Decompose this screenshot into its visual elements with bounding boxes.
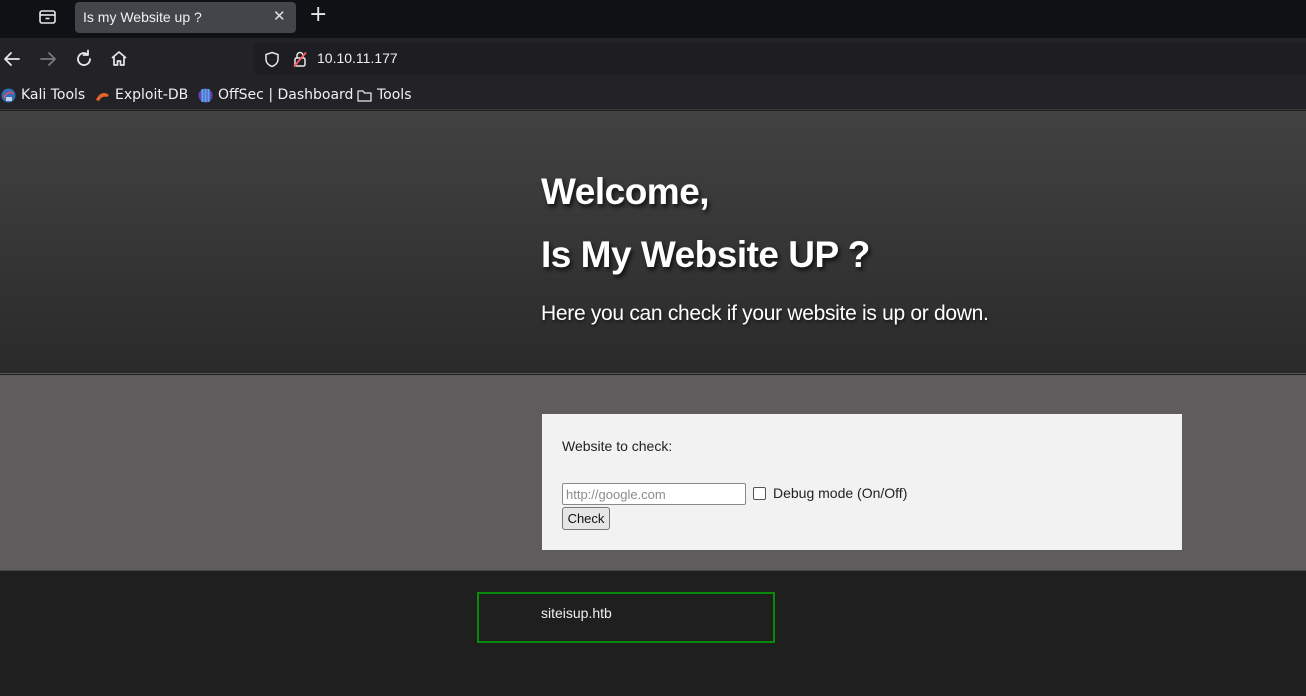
browser-tab[interactable]: Is my Website up ? ✕ [75,2,296,33]
check-form: Website to check: Debug mode (On/Off) Ch… [542,414,1182,550]
tab-title: Is my Website up ? [83,9,202,25]
highlight-box [477,592,775,643]
bookmark-label: Kali Tools [21,87,86,103]
page-title: Is My Website UP ? [541,234,870,275]
reload-icon[interactable] [72,47,96,71]
form-section: Website to check: Debug mode (On/Off) Ch… [0,375,1306,571]
hero-section: Welcome, Is My Website UP ? Here you can… [0,111,1306,374]
bookmark-label: Exploit-DB [115,87,189,103]
footer: siteisup.htb [0,572,1306,696]
website-label: Website to check: [562,438,673,454]
website-url-input[interactable] [562,483,746,505]
exploitdb-icon [95,88,110,103]
back-arrow-icon[interactable] [0,47,24,71]
bookmark-kali-tools[interactable]: Kali Tools [1,86,85,104]
bookmark-label: OffSec | Dashboard [218,87,354,103]
bookmark-exploit-db[interactable]: Exploit-DB [95,86,188,104]
forward-arrow-icon[interactable] [36,47,60,71]
bookmarks-toolbar: Kali Tools Exploit-DB OffSec | Dashboard… [0,80,1306,110]
kali-icon [1,88,16,103]
url-text[interactable]: 10.10.11.177 [317,50,398,66]
home-icon[interactable] [107,47,131,71]
insecure-lock-icon[interactable] [292,50,308,72]
shield-icon[interactable] [264,51,280,72]
footer-domain: siteisup.htb [541,605,612,621]
navigation-toolbar: 10.10.11.177 [0,38,1306,80]
bookmark-offsec-dashboard[interactable]: OffSec | Dashboard [198,86,353,104]
debug-mode-checkbox[interactable] [753,487,766,500]
tab-overview-icon[interactable] [38,8,58,26]
tab-strip: Is my Website up ? ✕ + [0,0,1306,38]
offsec-icon [198,88,213,103]
address-bar[interactable]: 10.10.11.177 [254,43,1306,75]
debug-mode-label[interactable]: Debug mode (On/Off) [773,485,907,501]
hero-subtitle: Here you can check if your website is up… [541,302,989,325]
bookmark-tools-folder[interactable]: Tools [357,86,412,104]
folder-icon [357,88,372,103]
new-tab-button[interactable]: + [309,2,327,27]
check-button[interactable]: Check [562,507,610,530]
welcome-heading: Welcome, [541,171,710,212]
bookmark-label: Tools [377,87,412,103]
close-icon[interactable]: ✕ [273,7,286,25]
